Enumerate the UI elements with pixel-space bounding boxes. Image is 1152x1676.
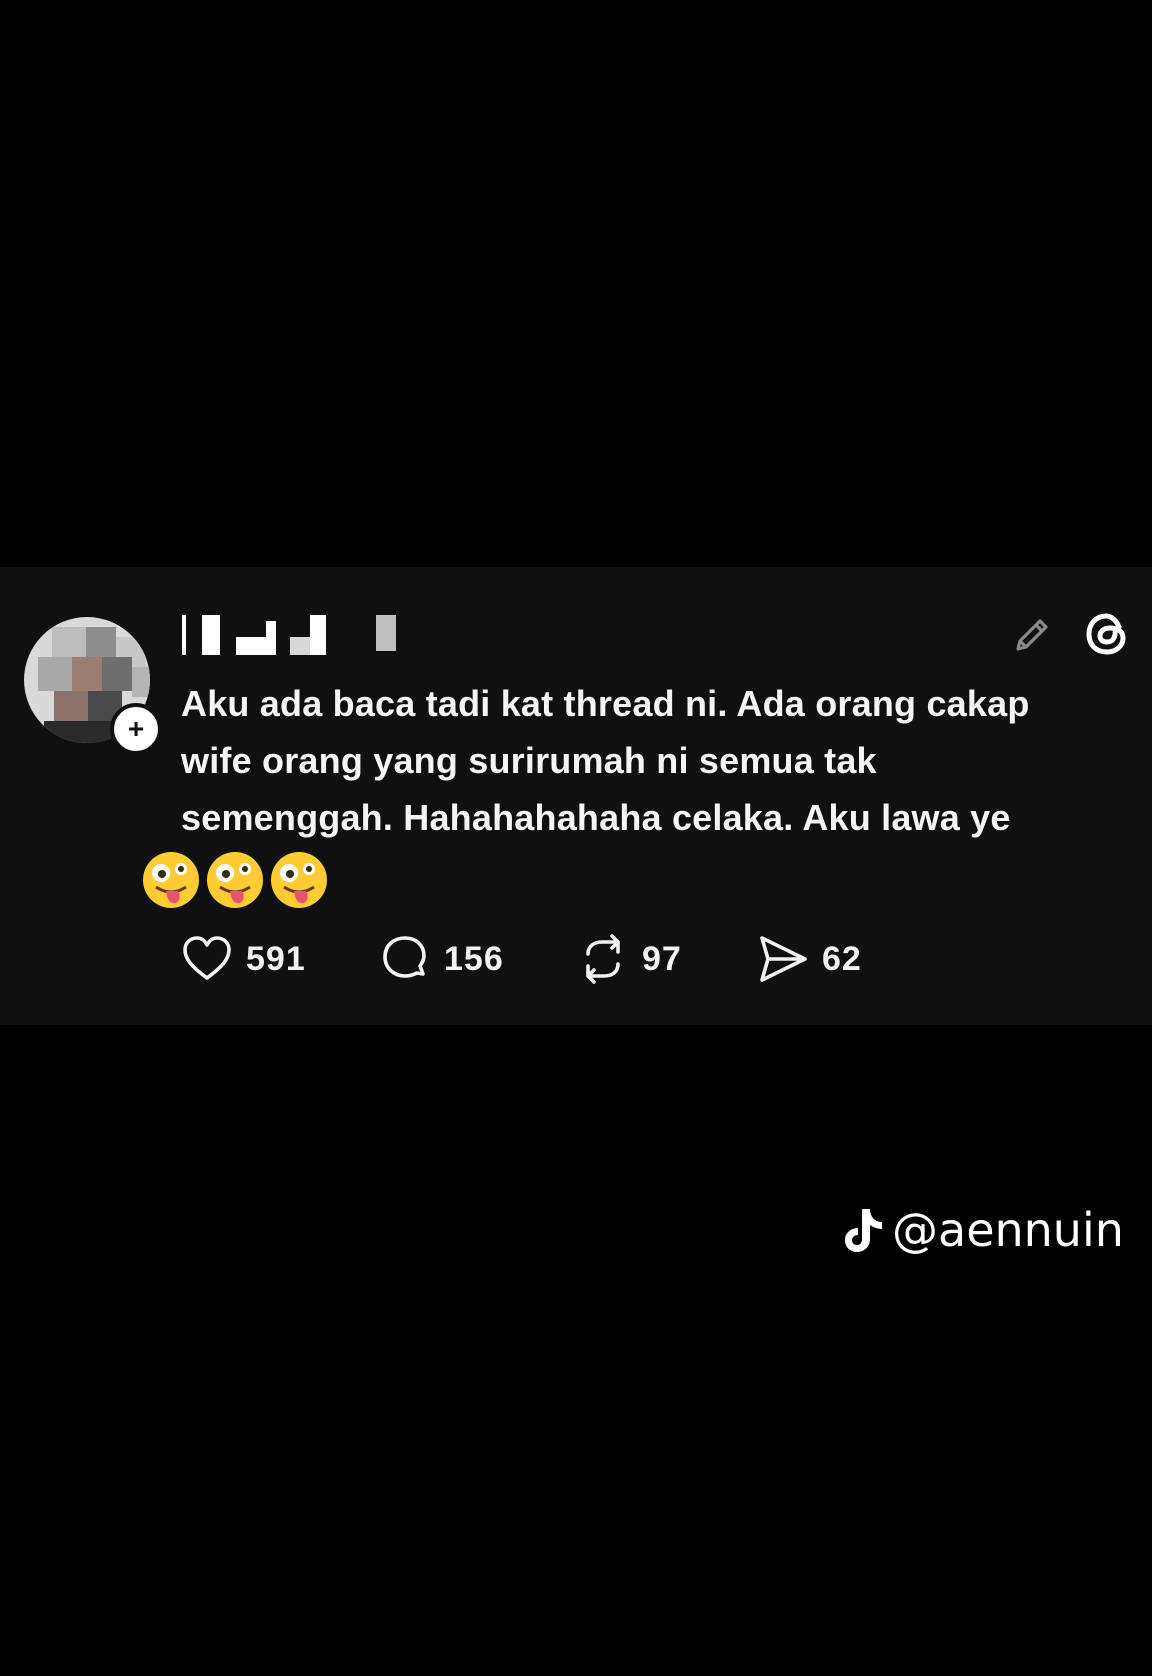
zany-face-emoji-icon: [207, 852, 263, 908]
speech-bubble-icon: [383, 936, 426, 978]
follow-plus-badge[interactable]: +: [110, 703, 162, 755]
paper-plane-icon: [760, 936, 807, 982]
watermark-handle: @aennuin: [892, 1203, 1124, 1257]
heart-icon: [183, 936, 231, 980]
thread-post-card: + Aku ada baca tadi kat thread ni. Ada o…: [0, 567, 1152, 1025]
like-button[interactable]: 591: [180, 929, 306, 989]
reply-count: 156: [444, 939, 504, 978]
share-button[interactable]: 62: [756, 929, 862, 989]
zany-face-emoji-icon: [271, 852, 327, 908]
zany-face-emoji-icon: [143, 852, 199, 908]
tiktok-logo-icon: [845, 1209, 882, 1252]
reply-button[interactable]: 156: [378, 929, 504, 989]
username-pixelated[interactable]: [182, 615, 412, 655]
emoji-row: [140, 849, 330, 913]
share-count: 62: [822, 939, 862, 978]
repost-count: 97: [642, 939, 682, 978]
tiktok-watermark: @aennuin: [842, 1198, 1124, 1262]
author-avatar-container[interactable]: +: [24, 617, 162, 755]
repost-button[interactable]: 97: [576, 929, 682, 989]
post-body-text: Aku ada baca tadi kat thread ni. Ada ora…: [181, 683, 1030, 838]
threads-logo-icon[interactable]: [1080, 607, 1134, 661]
like-count: 591: [246, 939, 306, 978]
repost-arrows-icon: [586, 934, 620, 984]
pencil-icon[interactable]: [1008, 611, 1056, 659]
